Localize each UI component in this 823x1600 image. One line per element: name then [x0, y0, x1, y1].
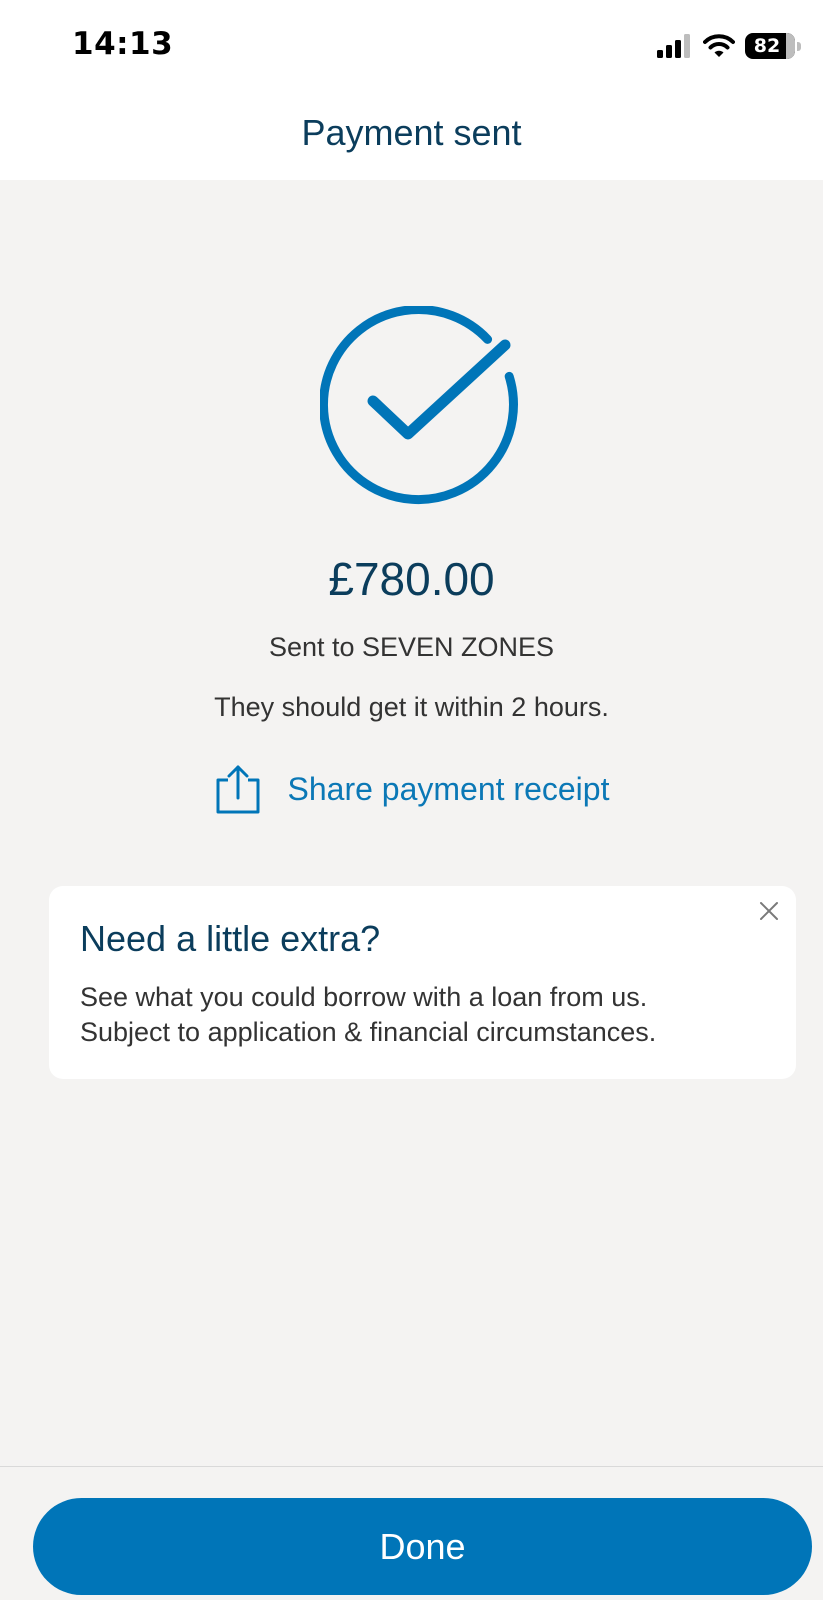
promo-body: See what you could borrow with a loan fr…: [80, 980, 760, 1050]
payment-amount: £780.00: [328, 553, 495, 605]
wifi-icon: [703, 34, 735, 57]
status-icons: 82: [657, 32, 801, 60]
promo-line-1: See what you could borrow with a loan fr…: [80, 982, 648, 1012]
share-icon: [216, 765, 260, 814]
payment-sent-screen: 14:13 82 Payment sent £780.00 Sent to SE…: [0, 0, 823, 1600]
battery-tip: [797, 41, 801, 51]
close-icon[interactable]: [756, 898, 782, 924]
share-receipt-label[interactable]: Share payment receipt: [288, 771, 610, 808]
battery-percentage: 82: [753, 35, 781, 57]
promo-line-2: Subject to application & financial circu…: [80, 1017, 657, 1047]
header: Payment sent: [0, 92, 823, 180]
promo-title: Need a little extra?: [80, 918, 381, 959]
recipient-text: Sent to SEVEN ZONES: [268, 632, 555, 662]
share-receipt-link[interactable]: Share payment receipt: [0, 764, 823, 814]
check-circle-icon: [320, 306, 518, 505]
status-time: 14:13: [72, 26, 174, 62]
done-button[interactable]: Done: [33, 1498, 812, 1595]
page-title: Payment sent: [301, 112, 522, 153]
delivery-eta: They should get it within 2 hours.: [214, 692, 609, 722]
footer-divider: [0, 1466, 823, 1467]
battery-level: [786, 33, 795, 59]
battery-icon: 82: [745, 33, 795, 59]
loan-promo-card[interactable]: Need a little extra? See what you could …: [49, 886, 796, 1079]
status-bar: 14:13 82: [0, 0, 823, 92]
signal-icon: [657, 34, 690, 58]
